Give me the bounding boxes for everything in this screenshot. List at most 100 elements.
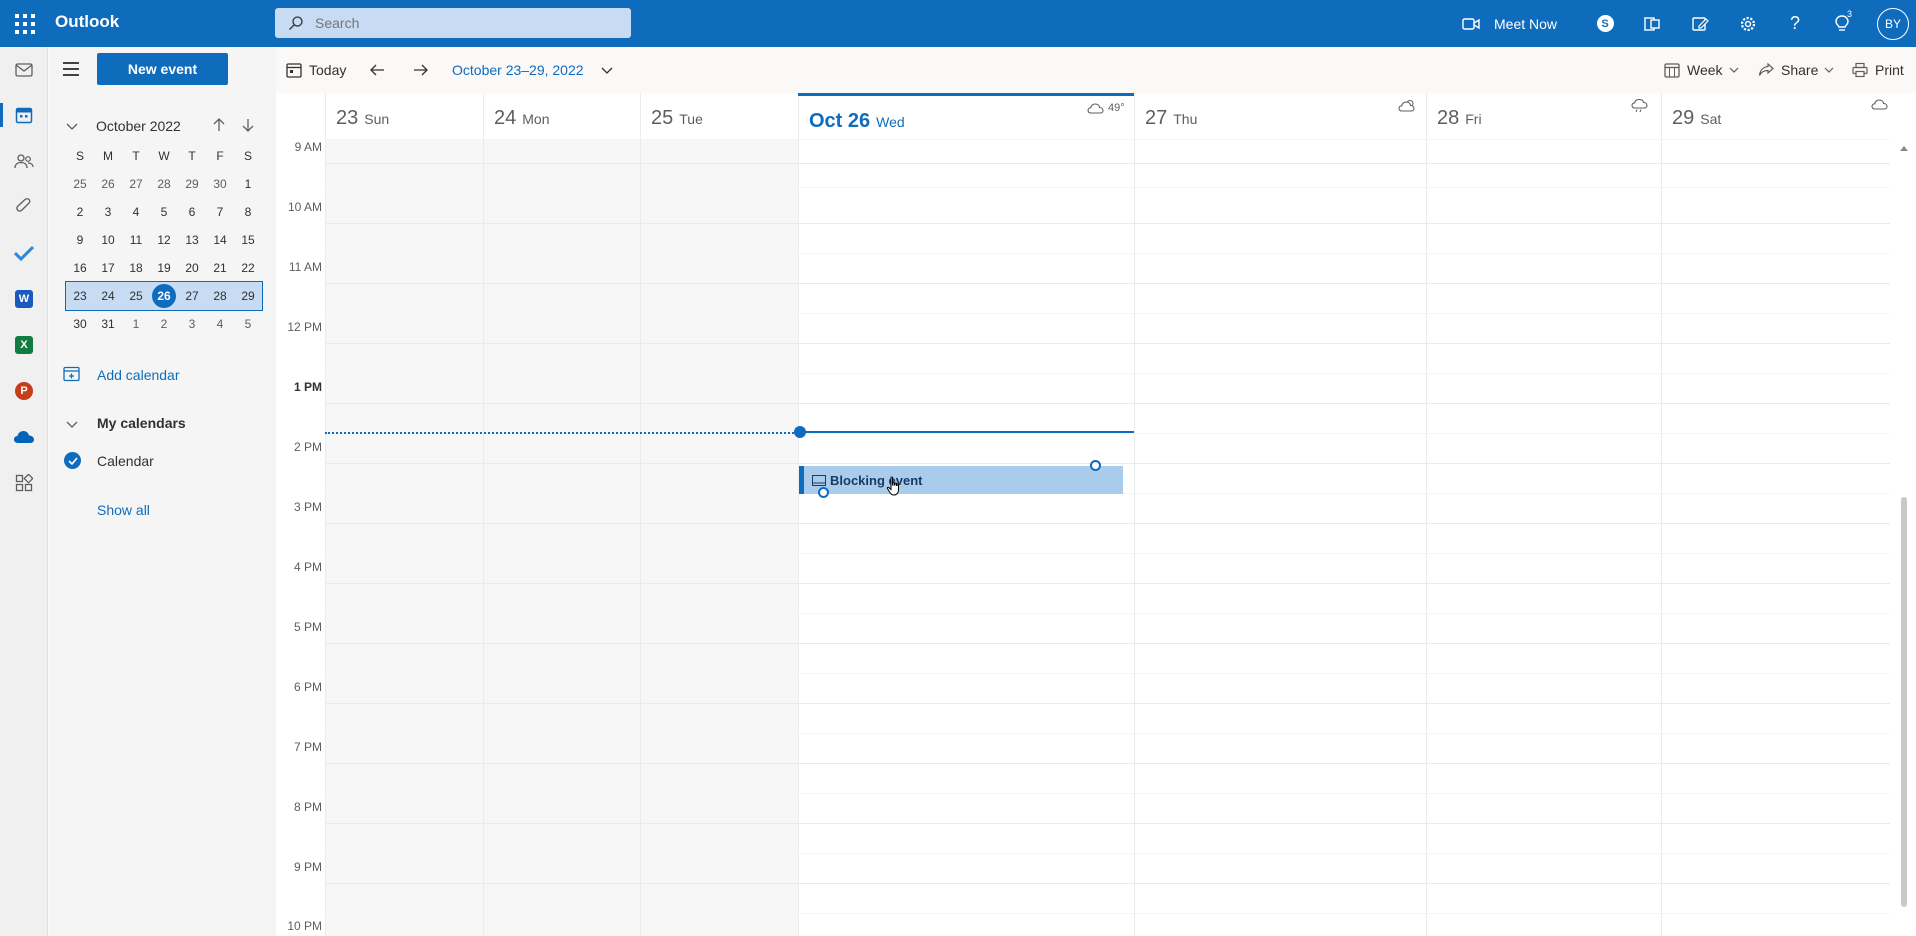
rail-files[interactable] <box>0 187 48 227</box>
office-button[interactable] <box>1635 0 1669 47</box>
mini-day[interactable]: 25 <box>122 282 150 310</box>
mini-day-today[interactable]: 26 <box>150 282 178 310</box>
account-button[interactable]: BY <box>1873 0 1913 47</box>
date-range-picker[interactable]: October 23–29, 2022 <box>452 47 614 93</box>
add-calendar-link[interactable]: Add calendar <box>97 367 180 383</box>
mini-day[interactable]: 12 <box>150 226 178 254</box>
chevron-down-icon[interactable] <box>65 417 79 431</box>
weather-sat[interactable] <box>1871 99 1888 110</box>
mini-day[interactable]: 6 <box>178 198 206 226</box>
weather-thu[interactable] <box>1398 99 1416 112</box>
weather-fri[interactable] <box>1631 99 1649 113</box>
mini-day[interactable]: 1 <box>234 170 262 198</box>
mini-day[interactable]: 5 <box>150 198 178 226</box>
help-button[interactable]: ? <box>1778 0 1812 47</box>
menu-hamburger-icon[interactable] <box>63 62 79 76</box>
next-week-button[interactable] <box>413 47 429 93</box>
mini-day[interactable]: 2 <box>150 310 178 338</box>
mini-day[interactable]: 5 <box>234 310 262 338</box>
my-calendars-heading[interactable]: My calendars <box>97 415 186 431</box>
today-button[interactable]: Today <box>286 47 346 93</box>
mini-day[interactable]: 21 <box>206 254 234 282</box>
mini-day[interactable]: 23 <box>66 282 94 310</box>
calendar-name[interactable]: Calendar <box>97 453 154 469</box>
mini-day[interactable]: 1 <box>122 310 150 338</box>
mini-day[interactable]: 7 <box>206 198 234 226</box>
mini-day[interactable]: 9 <box>66 226 94 254</box>
mini-day[interactable]: 4 <box>122 198 150 226</box>
day-header-tue[interactable]: 25 Tue <box>640 93 798 139</box>
rail-calendar[interactable] <box>0 95 48 135</box>
mini-day[interactable]: 3 <box>94 198 122 226</box>
arrow-up-icon[interactable] <box>211 117 227 133</box>
day-header-wed-current[interactable]: Oct 26 Wed 49° <box>798 93 1134 138</box>
mini-day[interactable]: 30 <box>66 310 94 338</box>
mini-day[interactable]: 19 <box>150 254 178 282</box>
event-resize-handle-top[interactable] <box>1090 460 1101 471</box>
search-box[interactable] <box>275 8 631 38</box>
mini-day[interactable]: 10 <box>94 226 122 254</box>
settings-button[interactable] <box>1731 0 1765 47</box>
mini-day[interactable]: 15 <box>234 226 262 254</box>
tips-button[interactable]: 3 <box>1825 0 1859 47</box>
rail-more-apps[interactable] <box>0 463 48 503</box>
skype-button[interactable]: S <box>1588 0 1622 47</box>
previous-week-button[interactable] <box>369 47 385 93</box>
mini-day[interactable]: 3 <box>178 310 206 338</box>
mini-day[interactable]: 29 <box>234 282 262 310</box>
mini-day[interactable]: 28 <box>206 282 234 310</box>
day-header-fri[interactable]: 28 Fri <box>1426 93 1661 139</box>
day-header-sun[interactable]: 23 Sun <box>325 93 483 139</box>
new-event-button[interactable]: New event <box>97 53 228 85</box>
mini-day[interactable]: 11 <box>122 226 150 254</box>
mini-day[interactable]: 13 <box>178 226 206 254</box>
mini-day[interactable]: 17 <box>94 254 122 282</box>
whats-new-button[interactable] <box>1683 0 1717 47</box>
mini-day[interactable]: 25 <box>66 170 94 198</box>
day-header-mon[interactable]: 24 Mon <box>483 93 640 139</box>
app-title[interactable]: Outlook <box>55 12 119 32</box>
mini-day[interactable]: 14 <box>206 226 234 254</box>
search-input[interactable] <box>315 15 615 31</box>
mini-day[interactable]: 18 <box>122 254 150 282</box>
event-resize-handle-bottom[interactable] <box>818 487 829 498</box>
mini-day[interactable]: 4 <box>206 310 234 338</box>
rail-people[interactable] <box>0 141 48 181</box>
calendar-checkbox[interactable] <box>64 452 81 469</box>
show-all-link[interactable]: Show all <box>97 502 150 518</box>
mini-day[interactable]: 26 <box>94 170 122 198</box>
mini-day[interactable]: 20 <box>178 254 206 282</box>
mini-day[interactable]: 27 <box>178 282 206 310</box>
calendar-event[interactable]: Blocking event <box>799 466 1123 494</box>
rail-onedrive[interactable] <box>0 417 48 457</box>
mini-day[interactable]: 2 <box>66 198 94 226</box>
mini-day[interactable]: 24 <box>94 282 122 310</box>
day-header-thu[interactable]: 27 Thu <box>1134 93 1426 139</box>
scroll-up-arrow-icon[interactable] <box>1900 145 1908 151</box>
mini-calendar-month[interactable]: October 2022 <box>96 118 181 134</box>
app-launcher-icon[interactable] <box>11 12 35 36</box>
arrow-down-icon[interactable] <box>240 117 256 133</box>
print-button[interactable]: Print <box>1852 47 1904 93</box>
mini-day[interactable]: 16 <box>66 254 94 282</box>
mini-day[interactable]: 30 <box>206 170 234 198</box>
chevron-down-icon[interactable] <box>65 119 79 133</box>
mini-day[interactable]: 22 <box>234 254 262 282</box>
mini-day[interactable]: 29 <box>178 170 206 198</box>
rail-todo[interactable] <box>0 233 48 273</box>
scrollbar-thumb[interactable] <box>1901 497 1907 907</box>
share-button[interactable]: Share <box>1758 47 1834 93</box>
mini-day[interactable]: 8 <box>234 198 262 226</box>
rail-word[interactable]: W <box>0 279 48 319</box>
time-label: 2 PM <box>293 440 322 454</box>
mini-day[interactable]: 31 <box>94 310 122 338</box>
view-selector[interactable]: Week <box>1664 47 1739 93</box>
mini-day[interactable]: 28 <box>150 170 178 198</box>
rail-excel[interactable]: X <box>0 325 48 365</box>
rail-mail[interactable] <box>0 50 48 90</box>
mini-day[interactable]: 27 <box>122 170 150 198</box>
weather-wed[interactable]: 49° <box>1087 102 1125 114</box>
rail-powerpoint[interactable]: P <box>0 371 48 411</box>
day-header-sat[interactable]: 29 Sat <box>1661 93 1891 139</box>
vertical-scrollbar[interactable] <box>1892 139 1916 936</box>
